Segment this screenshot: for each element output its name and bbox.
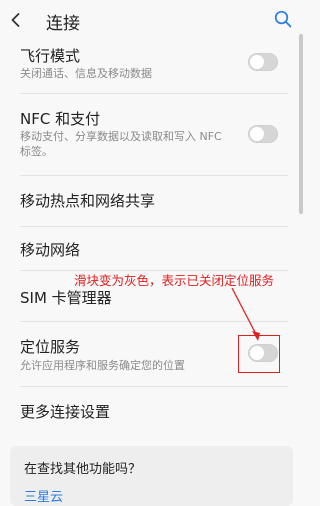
divider [20,93,288,94]
airplane-mode-toggle[interactable] [248,53,278,71]
search-icon[interactable] [273,9,293,29]
toggle-knob [250,127,264,141]
card-title: 在查找其他功能吗？ [24,462,142,477]
setting-title: 移动热点和网络共享 [20,192,156,210]
setting-mobile-hotspot[interactable]: 移动热点和网络共享 [0,176,288,226]
nfc-toggle[interactable] [248,125,278,143]
setting-mobile-network[interactable]: 移动网络 [0,227,288,269]
setting-subtitle: 允许应用程序和服务确定您的位置 [20,359,185,372]
setting-title: NFC 和支付 [20,110,101,128]
suggestion-card: 在查找其他功能吗？ 三星云 [10,446,293,506]
setting-title: 更多连接设置 [20,403,111,421]
setting-title: 定位服务 [20,338,81,356]
setting-nfc[interactable]: NFC 和支付 移动支付、分享数据以及读取和写入 NFC 标签。 [0,100,288,170]
setting-title: 移动网络 [20,241,81,259]
setting-title: SIM 卡管理器 [20,289,112,307]
app-bar: 连接 [0,0,303,40]
setting-subtitle: 关闭通话、信息及移动数据 [20,67,152,80]
annotation-highlight-box [238,335,280,373]
back-arrow-icon[interactable] [6,10,26,30]
setting-title: 飞行模式 [20,47,81,65]
setting-subtitle: 移动支付、分享数据以及读取和写入 NFC 标签。 [20,130,222,158]
toggle-knob [250,55,264,69]
setting-more-connections[interactable]: 更多连接设置 [0,387,288,435]
annotation-text: 滑块变为灰色，表示已关闭定位服务 [74,273,275,288]
samsung-cloud-link[interactable]: 三星云 [24,486,63,505]
scrollbar[interactable] [299,34,303,214]
page-title: 连接 [46,14,80,34]
setting-airplane-mode[interactable]: 飞行模式 关闭通话、信息及移动数据 [0,40,288,90]
